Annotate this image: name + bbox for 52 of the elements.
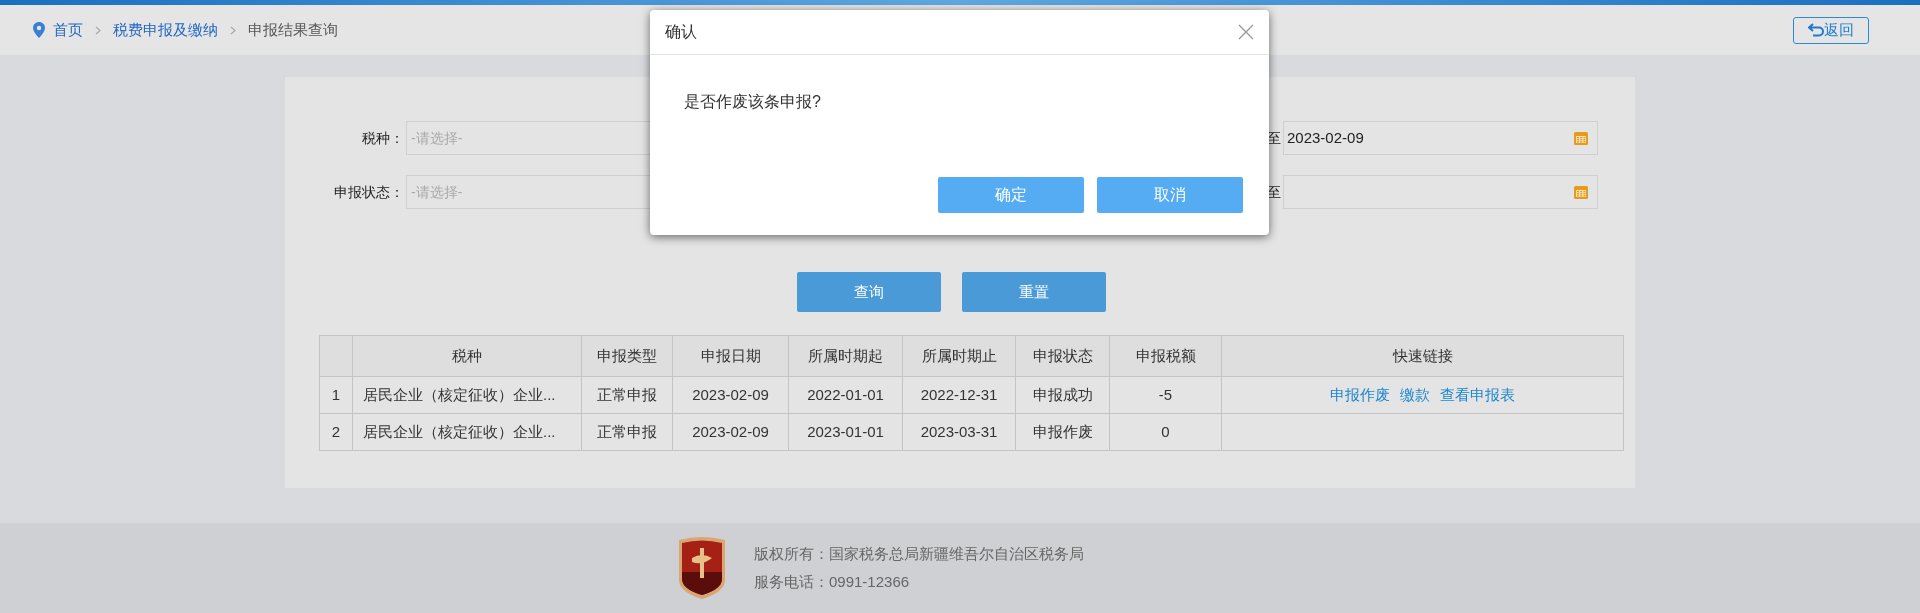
emblem-logo-icon — [676, 536, 728, 600]
column-header: 税种 — [352, 335, 582, 377]
table-cell: 居民企业（核定征收）企业... — [352, 376, 582, 414]
chevron-right-icon — [95, 25, 101, 35]
reset-button[interactable]: 重置 — [961, 272, 1106, 312]
table-cell: 2 — [319, 413, 353, 451]
column-header: 申报税额 — [1109, 335, 1222, 377]
column-header: 申报状态 — [1015, 335, 1110, 377]
table-cell: 居民企业（核定征收）企业... — [352, 413, 582, 451]
breadcrumb-item[interactable]: 税费申报及缴纳 — [113, 18, 218, 42]
column-header: 所属时期起 — [788, 335, 903, 377]
table-cell: 1 — [319, 376, 353, 414]
table-cell: 正常申报 — [581, 376, 673, 414]
field-label: 税种： — [361, 128, 404, 148]
table-cell: -5 — [1109, 376, 1222, 414]
chevron-right-icon — [230, 25, 236, 35]
table-link[interactable]: 申报作废 — [1330, 383, 1390, 407]
breadcrumb-item: 申报结果查询 — [248, 19, 338, 40]
breadcrumb-item[interactable]: 首页 — [53, 18, 83, 42]
table-cell: 2023-01-01 — [788, 413, 903, 451]
column-header: 申报日期 — [672, 335, 789, 377]
date-field[interactable] — [1283, 175, 1598, 209]
table-cell: 2023-03-31 — [902, 413, 1016, 451]
date-field[interactable]: 2023-02-09 — [1283, 121, 1598, 155]
column-header: 快速链接 — [1221, 335, 1624, 377]
dialog-message: 是否作废该条申报? — [684, 92, 822, 112]
table-cell: 0 — [1109, 413, 1222, 451]
table-cell: 2023-02-09 — [672, 376, 789, 414]
calendar-icon[interactable] — [1573, 184, 1589, 200]
footer-text: 版权所有：国家税务总局新疆维吾尔自治区税务局 — [754, 543, 1084, 564]
table-cell: 2022-12-31 — [902, 376, 1016, 414]
column-header: 申报类型 — [581, 335, 673, 377]
return-arrow-icon — [1808, 23, 1824, 37]
table-link[interactable]: 查看申报表 — [1440, 383, 1515, 407]
confirm-button[interactable]: 确定 — [938, 177, 1084, 213]
calendar-icon[interactable] — [1573, 130, 1589, 146]
table-cell: 申报作废 — [1015, 413, 1110, 451]
column-header — [319, 335, 353, 377]
table-link[interactable]: 缴款 — [1400, 383, 1430, 407]
table-cell: 正常申报 — [581, 413, 673, 451]
back-button[interactable]: 返回 — [1793, 16, 1869, 44]
cancel-button[interactable]: 取消 — [1097, 177, 1243, 213]
field-label: 申报状态： — [333, 182, 404, 202]
table-cell: 2022-01-01 — [788, 376, 903, 414]
footer-text: 服务电话：0991-12366 — [754, 572, 911, 592]
close-icon[interactable] — [1238, 24, 1254, 40]
location-pin-icon — [33, 22, 45, 38]
dialog-title: 确认 — [665, 22, 697, 42]
column-header: 所属时期止 — [902, 335, 1016, 377]
table-cell: 2023-02-09 — [672, 413, 789, 451]
table-cell: 申报成功 — [1015, 376, 1110, 414]
search-button[interactable]: 查询 — [796, 272, 941, 312]
